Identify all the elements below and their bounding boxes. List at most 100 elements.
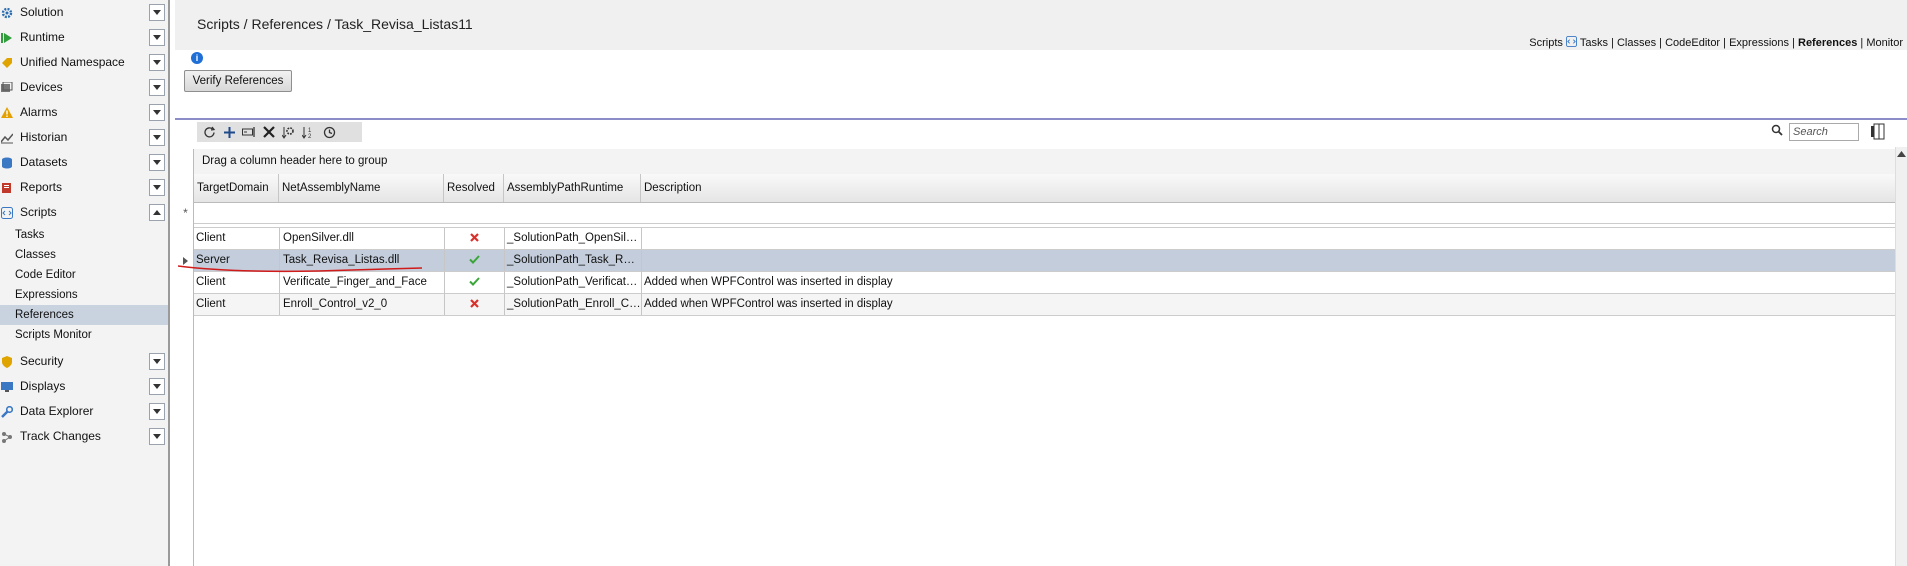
wrench-icon (0, 405, 14, 419)
sidebar-item-historian[interactable]: Historian (0, 125, 168, 150)
sidebar-item-label: Unified Namespace (20, 55, 125, 69)
cell-description[interactable]: Added when WPFControl was inserted in di… (641, 272, 1584, 293)
reports-icon (0, 181, 14, 195)
cell-netassemblyname[interactable]: OpenSilver.dll (279, 228, 444, 249)
sidebar-subitem-tasks[interactable]: Tasks (0, 225, 168, 245)
nav-link-references[interactable]: References (1798, 37, 1857, 49)
cell-assemblypathruntime[interactable]: _SolutionPath_Enroll_Control... (504, 294, 641, 315)
column-header-resolved[interactable]: Resolved (444, 174, 504, 202)
column-chooser-icon[interactable] (1871, 123, 1887, 143)
column-header-netassemblyname[interactable]: NetAssemblyName (279, 174, 444, 202)
scripts-icon (0, 206, 14, 220)
sidebar-item-label: Alarms (20, 105, 58, 119)
resolved-true-icon (444, 250, 504, 271)
gear-icon (0, 6, 14, 20)
nav-link-expressions[interactable]: Expressions (1729, 37, 1789, 49)
sidebar-subitem-code-editor[interactable]: Code Editor (0, 265, 168, 285)
cell-netassemblyname[interactable]: Enroll_Control_v2_0 (279, 294, 444, 315)
sidebar-subitem-classes[interactable]: Classes (0, 245, 168, 265)
cell-assemblypathruntime[interactable]: _SolutionPath_OpenSilver.dll (504, 228, 641, 249)
cell-targetdomain[interactable]: Client (194, 228, 279, 249)
nav-link-classes[interactable]: Classes (1617, 37, 1656, 49)
rename-icon[interactable] (239, 122, 259, 142)
cell-assemblypathruntime[interactable]: _SolutionPath_Verificate_Fing... (504, 272, 641, 293)
chevron-down-icon[interactable] (149, 129, 165, 146)
sidebar-item-label: Datasets (20, 155, 68, 169)
resolved-false-icon (444, 228, 504, 249)
settings-sort-icon[interactable] (279, 122, 299, 142)
sidebar-item-security[interactable]: Security (0, 349, 168, 374)
sidebar-item-label: Security (20, 354, 64, 368)
sidebar-item-track-changes[interactable]: Track Changes (0, 424, 168, 449)
chevron-down-icon[interactable] (149, 179, 165, 196)
section-nav: Scripts Tasks | Classes | CodeEditor | E… (1529, 36, 1903, 49)
grid-toolbar: 12 Search (197, 122, 1907, 142)
table-row[interactable]: Client OpenSilver.dll _SolutionPath_Open… (194, 228, 1895, 250)
cell-targetdomain[interactable]: Client (194, 294, 279, 315)
displays-icon (0, 380, 14, 394)
sidebar-subitem-references[interactable]: References (0, 305, 168, 325)
sidebar-item-displays[interactable]: Displays (0, 374, 168, 399)
column-header-description[interactable]: Description (641, 174, 1584, 202)
cell-description[interactable]: Added when WPFControl was inserted in di… (641, 294, 1584, 315)
cell-description[interactable] (641, 250, 1584, 271)
nav-link-monitor[interactable]: Monitor (1866, 37, 1903, 49)
cell-assemblypathruntime[interactable]: _SolutionPath_Task_Revisa_Li... (504, 250, 641, 271)
nav-section-label: Scripts (1529, 37, 1563, 49)
search-input[interactable]: Search (1789, 123, 1859, 141)
chevron-down-icon[interactable] (149, 353, 165, 370)
search-icon (1771, 124, 1783, 139)
chevron-down-icon[interactable] (149, 428, 165, 445)
sidebar-item-scripts[interactable]: Scripts (0, 200, 168, 225)
cell-description[interactable] (641, 228, 1584, 249)
scripts-nav-icon (1565, 36, 1577, 49)
refresh-icon[interactable] (199, 122, 219, 142)
sidebar-item-reports[interactable]: Reports (0, 175, 168, 200)
sidebar-item-data-explorer[interactable]: Data Explorer (0, 399, 168, 424)
verify-references-button[interactable]: Verify References (184, 70, 292, 92)
nav-link-tasks[interactable]: Tasks (1580, 37, 1608, 49)
track-changes-icon (0, 430, 14, 444)
delete-icon[interactable] (259, 122, 279, 142)
dataset-icon (0, 156, 14, 170)
resolved-true-icon (444, 272, 504, 293)
column-header-targetdomain[interactable]: TargetDomain (194, 174, 279, 202)
sidebar-item-label: Runtime (20, 30, 65, 44)
sidebar-item-devices[interactable]: Devices (0, 75, 168, 100)
sidebar-item-label: Data Explorer (20, 404, 94, 418)
breadcrumb: Scripts / References / Task_Revisa_Lista… (197, 16, 473, 32)
chevron-down-icon[interactable] (149, 29, 165, 46)
chevron-down-icon[interactable] (149, 378, 165, 395)
sidebar-item-datasets[interactable]: Datasets (0, 150, 168, 175)
chevron-down-icon[interactable] (149, 4, 165, 21)
chevron-down-icon[interactable] (149, 79, 165, 96)
sidebar-subitem-expressions[interactable]: Expressions (0, 285, 168, 305)
shield-icon (0, 355, 14, 369)
column-header-assemblypathruntime[interactable]: AssemblyPathRuntime (504, 174, 641, 202)
info-icon[interactable]: i (191, 52, 203, 64)
grid-header-row: TargetDomain NetAssemblyName Resolved As… (194, 174, 1895, 203)
vertical-scrollbar[interactable] (1895, 147, 1907, 566)
chevron-down-icon[interactable] (149, 403, 165, 420)
sort-icon[interactable]: 12 (299, 122, 319, 142)
chevron-down-icon[interactable] (149, 104, 165, 121)
chevron-up-icon[interactable] (149, 204, 165, 221)
alarm-icon (0, 106, 14, 120)
chevron-down-icon[interactable] (149, 154, 165, 171)
group-panel[interactable]: Drag a column header here to group (194, 149, 1895, 174)
sidebar-item-runtime[interactable]: Runtime (0, 25, 168, 50)
table-row-selected[interactable]: Server Task_Revisa_Listas.dll _SolutionP… (183, 250, 1895, 272)
resolved-false-icon (444, 294, 504, 315)
table-row[interactable]: Client Enroll_Control_v2_0 _SolutionPath… (194, 294, 1895, 316)
history-icon[interactable] (319, 122, 339, 142)
sidebar-item-alarms[interactable]: Alarms (0, 100, 168, 125)
sidebar-item-unified-namespace[interactable]: Unified Namespace (0, 50, 168, 75)
sidebar-subitem-scripts-monitor[interactable]: Scripts Monitor (0, 325, 168, 345)
sidebar-item-solution[interactable]: Solution (0, 0, 168, 25)
add-icon[interactable] (219, 122, 239, 142)
historian-icon (0, 131, 14, 145)
nav-link-codeeditor[interactable]: CodeEditor (1665, 37, 1720, 49)
new-row-placeholder[interactable]: * (183, 203, 1895, 224)
table-row[interactable]: Client Verificate_Finger_and_Face _Solut… (194, 272, 1895, 294)
chevron-down-icon[interactable] (149, 54, 165, 71)
